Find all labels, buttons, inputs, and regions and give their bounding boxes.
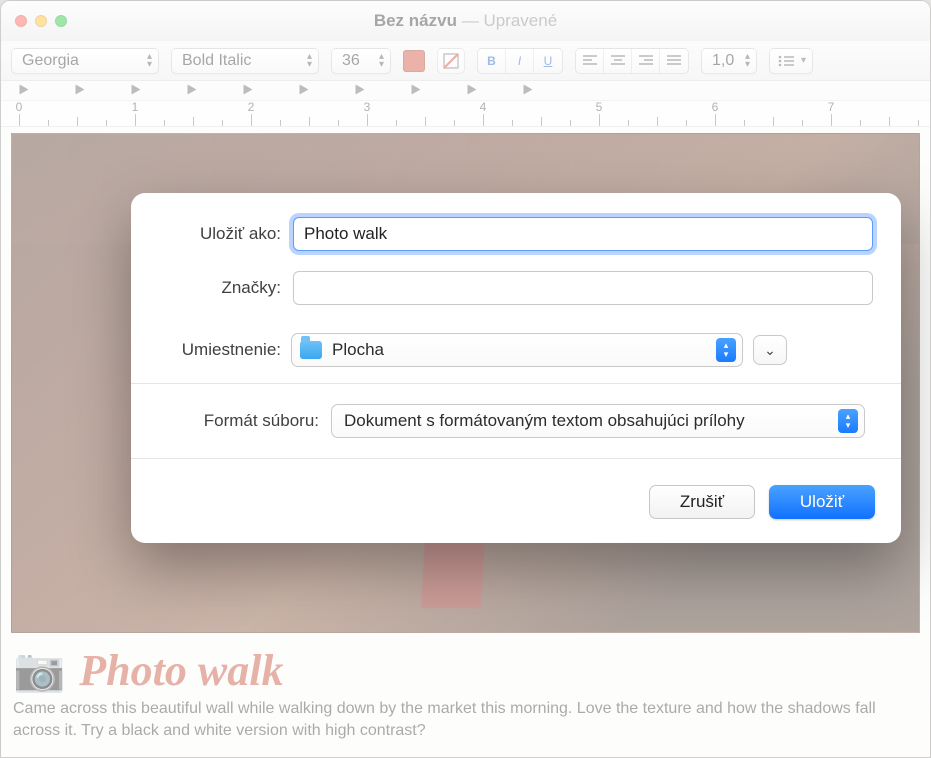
chevron-down-icon: ⌄ xyxy=(764,342,776,359)
tags-row: Značky: xyxy=(131,261,901,315)
folder-icon xyxy=(300,341,322,359)
font-style-value: Bold Italic xyxy=(182,52,251,70)
tab-stop-marker[interactable] xyxy=(468,85,477,95)
tab-stop-marker[interactable] xyxy=(356,85,365,95)
align-center-button[interactable] xyxy=(604,49,632,73)
document-name: Bez názvu xyxy=(374,11,457,30)
window-title: Bez názvu — Upravené xyxy=(1,11,930,31)
align-right-button[interactable] xyxy=(632,49,660,73)
document-heading-row: 📷 Photo walk xyxy=(11,645,920,696)
save-as-input[interactable] xyxy=(293,217,873,251)
tab-stop-marker[interactable] xyxy=(188,85,197,95)
tab-stop-marker[interactable] xyxy=(132,85,141,95)
horizontal-ruler[interactable]: 0 1 2 3 4 5 6 7 xyxy=(1,101,930,127)
cancel-button[interactable]: Zrušiť xyxy=(649,485,755,519)
stepper-icon: ▴▾ xyxy=(379,53,384,69)
document-body-text: Came across this beautiful wall while wa… xyxy=(11,696,920,741)
line-spacing-value: 1,0 xyxy=(712,52,734,70)
align-left-button[interactable] xyxy=(576,49,604,73)
font-size-value: 36 xyxy=(342,52,360,70)
popup-arrows-icon: ▴▾ xyxy=(716,338,736,362)
expand-dialog-button[interactable]: ⌄ xyxy=(753,335,787,365)
tab-stop-marker[interactable] xyxy=(76,85,85,95)
align-center-icon xyxy=(611,55,625,67)
tab-stop-marker[interactable] xyxy=(524,85,533,95)
document-title: Photo walk xyxy=(79,645,283,696)
bold-button[interactable]: B xyxy=(478,49,506,73)
close-window-button[interactable] xyxy=(15,15,27,27)
tags-label: Značky: xyxy=(159,278,281,298)
no-highlight-button[interactable] xyxy=(437,48,465,74)
camera-icon: 📷 xyxy=(13,646,65,695)
tab-stop-marker[interactable] xyxy=(244,85,253,95)
list-style-popup[interactable]: ▾ xyxy=(769,48,813,74)
tab-stop-marker[interactable] xyxy=(20,85,29,95)
save-as-label: Uložiť ako: xyxy=(159,224,281,244)
chevron-down-icon: ▾ xyxy=(801,55,806,66)
list-icon xyxy=(778,55,794,67)
zoom-window-button[interactable] xyxy=(55,15,67,27)
text-color-swatch[interactable] xyxy=(403,50,425,72)
popup-arrows-icon: ▴▾ xyxy=(838,409,858,433)
tags-input[interactable] xyxy=(293,271,873,305)
underline-button[interactable]: U xyxy=(534,49,562,73)
ruler-number: 4 xyxy=(480,100,487,114)
document-status: — Upravené xyxy=(462,11,557,30)
alignment-segment xyxy=(575,48,689,74)
ruler-number: 7 xyxy=(828,100,835,114)
file-format-label: Formát súboru: xyxy=(159,411,319,431)
ruler-number: 5 xyxy=(596,100,603,114)
location-popup[interactable]: Plocha ▴▾ xyxy=(291,333,743,367)
save-button[interactable]: Uložiť xyxy=(769,485,875,519)
align-right-icon xyxy=(639,55,653,67)
stepper-icon: ▴▾ xyxy=(147,53,152,69)
dialog-separator xyxy=(131,458,901,459)
align-justify-button[interactable] xyxy=(660,49,688,73)
no-highlight-icon xyxy=(442,52,460,70)
ruler-number: 0 xyxy=(16,100,23,114)
font-size-field[interactable]: 36 ▴▾ xyxy=(331,48,391,74)
stepper-icon: ▴▾ xyxy=(745,53,750,69)
file-format-popup[interactable]: Dokument s formátovaným textom obsahujúc… xyxy=(331,404,865,438)
stepper-icon: ▴▾ xyxy=(307,53,312,69)
font-style-popup[interactable]: Bold Italic ▴▾ xyxy=(171,48,319,74)
ruler-number: 6 xyxy=(712,100,719,114)
file-format-value: Dokument s formátovaným textom obsahujúc… xyxy=(344,411,745,431)
line-spacing-popup[interactable]: 1,0 ▴▾ xyxy=(701,48,757,74)
align-left-icon xyxy=(583,55,597,67)
ruler-number: 2 xyxy=(248,100,255,114)
location-row: Umiestnenie: Plocha ▴▾ ⌄ xyxy=(131,325,901,375)
ruler-number: 1 xyxy=(132,100,139,114)
document-status-text: Upravené xyxy=(483,11,557,30)
location-label: Umiestnenie: xyxy=(159,340,281,360)
italic-button[interactable]: I xyxy=(506,49,534,73)
format-toolbar: Georgia ▴▾ Bold Italic ▴▾ 36 ▴▾ B I U xyxy=(1,41,930,81)
dialog-separator xyxy=(131,383,901,384)
dialog-button-row: Zrušiť Uložiť xyxy=(131,467,901,525)
font-style-segment: B I U xyxy=(477,48,563,74)
minimize-window-button[interactable] xyxy=(35,15,47,27)
tab-stop-marker[interactable] xyxy=(300,85,309,95)
window-controls xyxy=(1,15,67,27)
tab-stops-ruler[interactable] xyxy=(1,81,930,101)
align-justify-icon xyxy=(667,55,681,67)
save-as-row: Uložiť ako: xyxy=(131,193,901,261)
location-value: Plocha xyxy=(332,340,384,360)
ruler-number: 3 xyxy=(364,100,371,114)
save-dialog: Uložiť ako: Značky: Umiestnenie: Plocha … xyxy=(131,193,901,543)
textedit-window: Bez názvu — Upravené Georgia ▴▾ Bold Ita… xyxy=(0,0,931,758)
font-family-popup[interactable]: Georgia ▴▾ xyxy=(11,48,159,74)
title-bar: Bez názvu — Upravené xyxy=(1,1,930,41)
file-format-row: Formát súboru: Dokument s formátovaným t… xyxy=(131,392,901,450)
font-family-value: Georgia xyxy=(22,52,79,70)
tab-stop-marker[interactable] xyxy=(412,85,421,95)
